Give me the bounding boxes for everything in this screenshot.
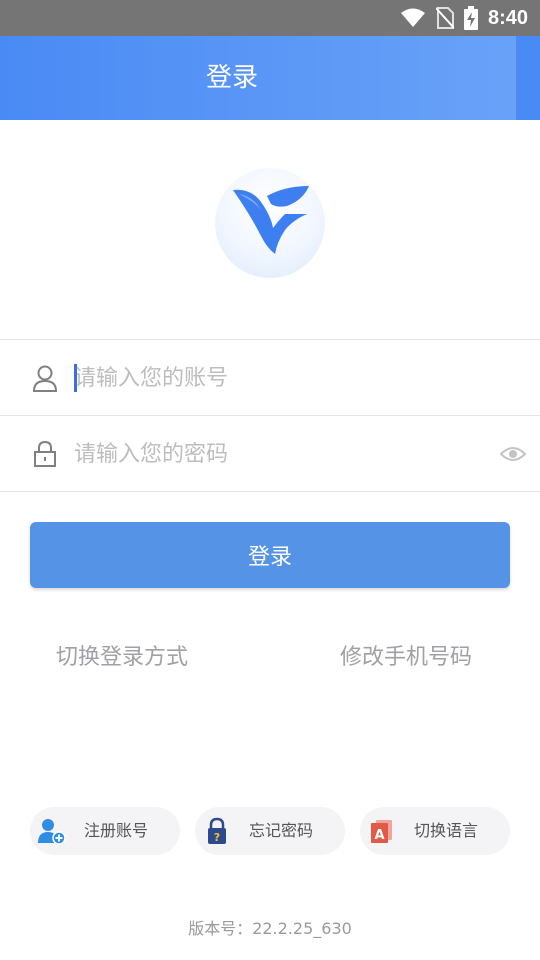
status-icons: 8:40 bbox=[400, 0, 528, 36]
battery-charging-icon bbox=[463, 6, 478, 30]
forgot-password-label: 忘记密码 bbox=[249, 821, 314, 840]
version-label: 版本号：22.2.25_630 bbox=[188, 919, 352, 938]
divider-bottom bbox=[0, 491, 540, 492]
svg-text:A: A bbox=[374, 828, 384, 843]
no-sim-icon bbox=[435, 7, 454, 29]
password-input[interactable] bbox=[74, 430, 474, 478]
forgot-password-button[interactable]: ? 忘记密码 bbox=[195, 807, 345, 855]
add-user-icon bbox=[38, 817, 66, 845]
bird-logo-icon bbox=[233, 186, 309, 254]
user-icon bbox=[32, 364, 58, 392]
register-button[interactable]: 注册账号 bbox=[30, 807, 180, 855]
login-page: 8:40 登录 请输入您的账号 登录 切换登录方式 修改手机号码 注册账号 ? … bbox=[0, 0, 540, 960]
status-bar: 8:40 bbox=[0, 0, 540, 36]
wifi-icon bbox=[400, 8, 426, 28]
switch-login-link[interactable]: 切换登录方式 bbox=[56, 640, 188, 676]
svg-text:?: ? bbox=[214, 831, 220, 844]
switch-language-label: 切换语言 bbox=[414, 821, 479, 840]
password-row bbox=[0, 416, 540, 491]
page-title: 登录 bbox=[205, 63, 258, 93]
eye-icon[interactable] bbox=[499, 444, 527, 464]
header-edge bbox=[516, 36, 540, 120]
header-bar: 登录 bbox=[0, 36, 540, 120]
change-phone-link[interactable]: 修改手机号码 bbox=[340, 640, 472, 676]
account-row bbox=[0, 340, 540, 415]
language-icon: A bbox=[368, 817, 396, 845]
app-logo bbox=[215, 168, 325, 278]
lock-icon bbox=[32, 440, 58, 468]
register-label: 注册账号 bbox=[84, 821, 149, 840]
login-button[interactable]: 登录 bbox=[30, 522, 510, 588]
padlock-question-icon: ? bbox=[203, 817, 231, 845]
switch-language-button[interactable]: A 切换语言 bbox=[360, 807, 510, 855]
text-caret bbox=[74, 364, 77, 392]
account-input[interactable] bbox=[74, 354, 474, 402]
status-time: 8:40 bbox=[487, 6, 528, 29]
